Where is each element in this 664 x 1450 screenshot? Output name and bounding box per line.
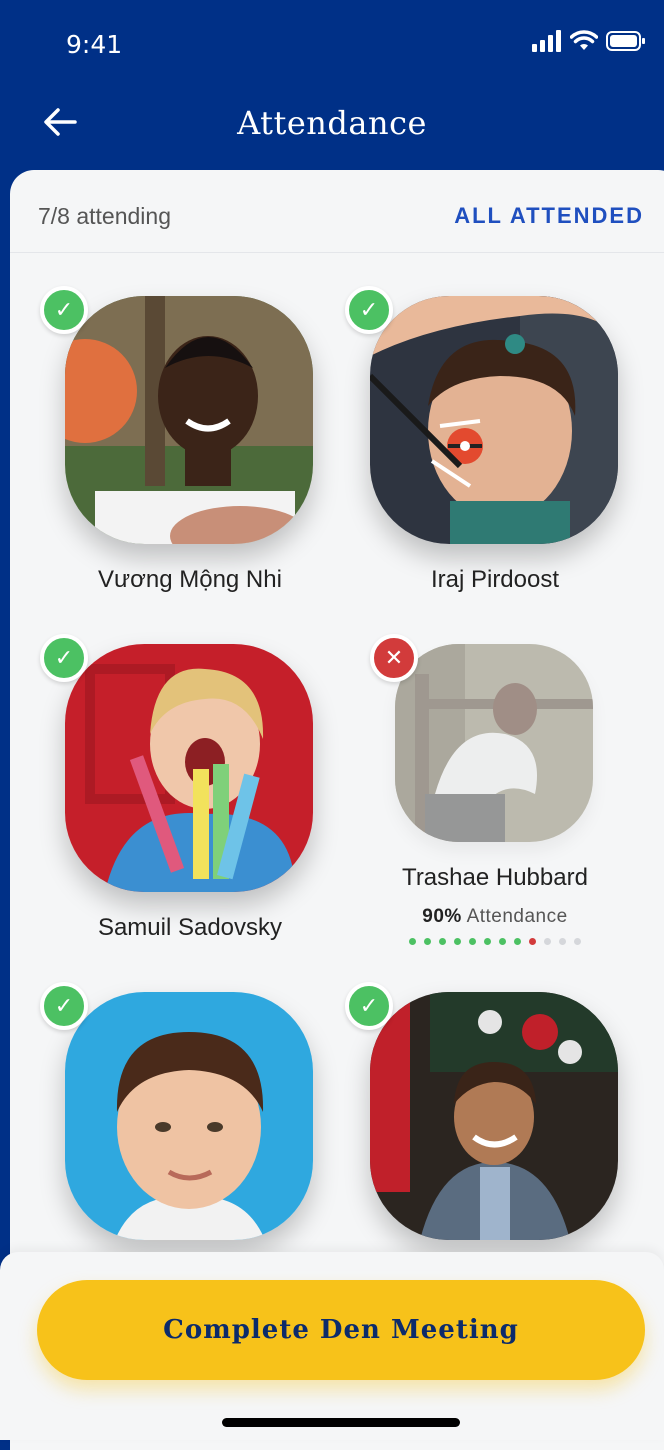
scout-photo[interactable] [65,644,313,892]
present-check-icon: ✓ [40,286,88,334]
scout-photo[interactable] [370,992,618,1240]
battery-icon [606,31,645,51]
scout-photo[interactable] [395,644,593,842]
scout-card[interactable]: ✓ [40,982,340,1292]
scout-name: Vương Mộng Nhi [98,566,282,593]
scout-card[interactable]: ✓ Iraj Pirdoost [345,286,645,596]
present-check-icon: ✓ [40,982,88,1030]
attendance-history-dot [469,938,476,945]
scout-photo[interactable] [65,992,313,1240]
attendance-history-dot [514,938,521,945]
home-indicator [222,1418,460,1427]
absent-x-icon: ✕ [370,634,418,682]
attendance-history-dot [529,938,536,945]
status-bar: 9:41 [0,0,664,90]
attendance-history-dot [454,938,461,945]
wifi-icon [570,30,598,50]
present-check-icon: ✓ [345,982,393,1030]
attendance-history-dot [544,938,551,945]
scout-name: Iraj Pirdoost [430,566,560,593]
present-check-icon: ✓ [40,634,88,682]
status-icons [532,30,646,52]
attendance-history-dot [499,938,506,945]
attendance-percent: 90% [422,906,462,927]
attendance-history-dot [484,938,491,945]
scout-photo[interactable] [65,296,313,544]
scout-card[interactable]: ✓ Samuil Sadovsky [40,634,340,944]
footer-bar: Complete Den Meeting [0,1252,664,1440]
attendance-history-dot [559,938,566,945]
present-check-icon: ✓ [345,286,393,334]
all-attended-button[interactable]: ALL ATTENDED [454,203,644,229]
attendance-label: Attendance [466,906,568,927]
page-title: Attendance [237,104,427,142]
nav-bar: Attendance [0,90,664,170]
scout-name: Samuil Sadovsky [97,914,283,941]
cellular-signal-icon [532,30,561,52]
scout-card[interactable]: ✓ Vương Mộng Nhi [40,286,340,596]
attendance-history-dot [574,938,581,945]
scout-card[interactable]: ✓ [345,982,645,1292]
attendance-history-dots [345,938,645,945]
attendance-history-dot [424,938,431,945]
scout-name: Trashae Hubbard [402,864,588,891]
attendance-history-dot [439,938,446,945]
scout-photo[interactable] [370,296,618,544]
complete-den-meeting-button[interactable]: Complete Den Meeting [37,1280,645,1380]
attendance-summary: 7/8 attending ALL ATTENDED [10,170,664,253]
status-time: 9:41 [66,30,123,59]
attendance-history-dot [409,938,416,945]
attending-count: 7/8 attending [38,203,172,229]
scout-card[interactable]: ✕ Trashae Hubbard 90% Attendance [345,634,645,1004]
attendance-rate: 90% Attendance [345,906,645,928]
